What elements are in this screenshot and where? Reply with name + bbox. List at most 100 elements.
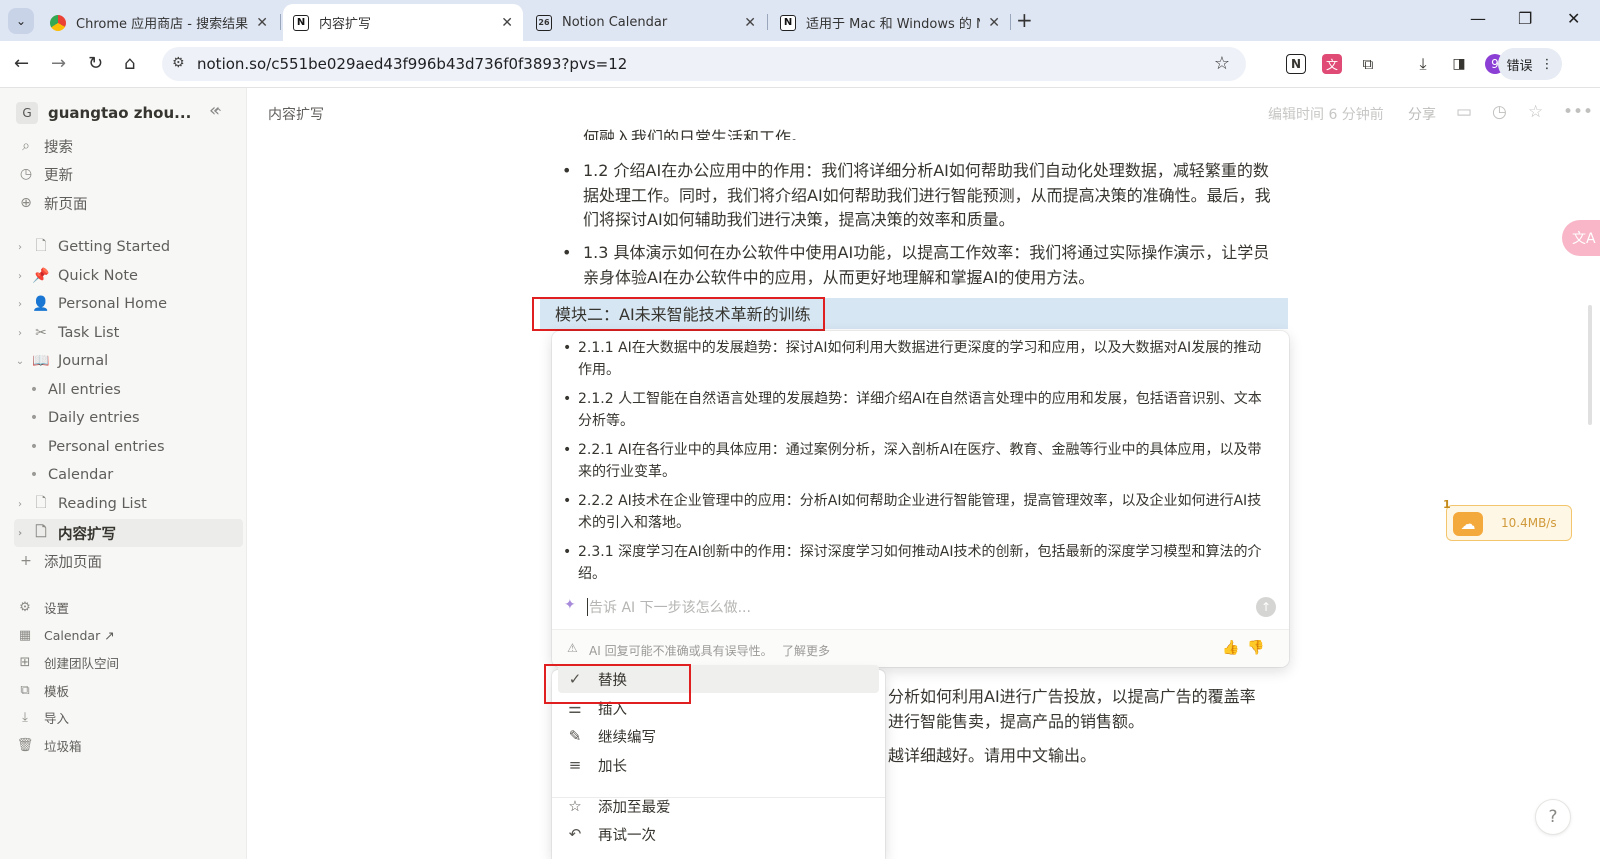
sidebar-item-quick-note[interactable]: › 📌 Quick Note xyxy=(14,262,243,290)
sidebar-item-label: Personal Home xyxy=(58,296,168,312)
ai-prompt-input[interactable]: ✦ 告诉 AI 下一步该怎么做... ↑ xyxy=(564,597,1276,617)
sidebar-teamspace-label: 创建团队空间 xyxy=(44,655,120,671)
clock-icon: ◷ xyxy=(19,166,33,182)
sidebar-templates-label: 模板 xyxy=(44,683,70,699)
address-bar[interactable]: ⚙ notion.so/c551be029aed43f996b43d736f0f… xyxy=(162,47,1246,81)
more-horizontal-icon[interactable]: ••• xyxy=(1563,102,1593,122)
sidebar-calendar-link[interactable]: ▦ Calendar ↗ xyxy=(16,622,115,648)
sidebar-trash[interactable]: 🗑 垃圾箱 xyxy=(16,732,82,758)
chevron-right-icon[interactable]: › xyxy=(14,242,26,253)
restore-icon[interactable]: ❐ xyxy=(1518,9,1532,28)
tab-chrome-web-store[interactable]: Chrome 应用商店 - 搜索结果 ✕ xyxy=(40,4,278,41)
close-icon[interactable]: ✕ xyxy=(744,15,756,31)
close-icon[interactable]: ✕ xyxy=(988,15,1000,31)
network-speed: 10.4MB/s xyxy=(1501,516,1557,530)
side-panel-icon[interactable]: ◨ xyxy=(1449,54,1469,74)
send-arrow-icon[interactable]: ↑ xyxy=(1256,597,1276,617)
menu-item-make-longer[interactable]: ≡ 加长 xyxy=(558,751,879,779)
ai-list-item: 2.1.1 AI在大数据中的发展趋势：探讨AI如何利用大数据进行更深度的学习和应… xyxy=(563,338,1264,381)
sidebar-updates[interactable]: ◷ 更新 xyxy=(16,160,73,188)
person-icon: 👤 xyxy=(32,296,50,312)
window-close-icon[interactable]: ✕ xyxy=(1567,9,1580,28)
extensions-puzzle-icon[interactable]: ⧉ xyxy=(1358,54,1378,74)
more-vert-icon: ⋮ xyxy=(1540,56,1554,72)
bullet-dot: • xyxy=(29,467,39,483)
menu-item-label: 加长 xyxy=(598,758,627,775)
share-button[interactable]: 分享 xyxy=(1408,104,1436,124)
home-icon[interactable]: ⌂ xyxy=(124,53,135,74)
bullet-dot: • xyxy=(29,439,39,455)
close-icon[interactable]: ✕ xyxy=(501,15,513,31)
forward-arrow-icon[interactable]: → xyxy=(51,53,66,74)
sidebar-item-calendar[interactable]: • Calendar xyxy=(28,461,243,489)
sidebar-new-page[interactable]: ⊕ 新页面 xyxy=(16,189,87,217)
list-item-text: 1.3 具体演示如何在办公软件中使用AI功能，以提高工作效率：我们将通过实际操作… xyxy=(583,243,1270,287)
chrome-web-store-icon xyxy=(50,14,66,31)
sidebar-import[interactable]: ⤓ 导入 xyxy=(16,704,69,730)
sidebar-templates[interactable]: ⧉ 模板 xyxy=(16,677,69,703)
sidebar-item-personal-home[interactable]: › 👤 Personal Home xyxy=(14,290,243,318)
sidebar-item-getting-started[interactable]: › 🗋 Getting Started xyxy=(14,233,243,261)
sidebar-item-daily-entries[interactable]: • Daily entries xyxy=(28,404,243,432)
sidebar-item-all-entries[interactable]: • All entries xyxy=(28,376,243,404)
gear-icon: ⚙ xyxy=(19,599,31,615)
workspace-avatar: G xyxy=(16,102,38,124)
tab-search-chevron-icon[interactable]: ⌄ xyxy=(8,8,34,34)
plus-circle-icon: ⊕ xyxy=(20,195,32,211)
bookmark-star-icon[interactable]: ☆ xyxy=(1214,53,1230,74)
menu-item-try-again[interactable]: ↶ 再试一次 xyxy=(558,820,879,848)
tab-notion-calendar[interactable]: 26 Notion Calendar ✕ xyxy=(526,4,766,41)
notion-extension-icon[interactable]: N xyxy=(1286,54,1306,74)
download-icon[interactable]: ⤓ xyxy=(1413,54,1433,74)
site-settings-icon[interactable]: ⚙ xyxy=(172,55,185,71)
chevron-right-icon[interactable]: › xyxy=(14,499,26,510)
translate-extension-icon[interactable]: 文 xyxy=(1322,54,1342,74)
ai-footer: ⚠ AI 回复可能不准确或具有误导性。 了解更多 👍 👎 xyxy=(552,629,1289,667)
ai-disclaimer: AI 回复可能不准确或具有误导性。 xyxy=(589,644,773,658)
background-text-line: 分析如何利用AI进行广告投放，以提高广告的覆盖率 xyxy=(888,687,1256,706)
reload-icon[interactable]: ↻ xyxy=(88,53,103,74)
history-clock-icon[interactable]: ◷ xyxy=(1492,102,1507,122)
sidebar-item-journal[interactable]: ⌄ 📖 Journal xyxy=(14,347,243,375)
sidebar-item-task-list[interactable]: › ✂ Task List xyxy=(14,319,243,347)
comment-icon[interactable]: ▭ xyxy=(1456,102,1472,122)
minimize-icon[interactable]: — xyxy=(1470,9,1486,28)
tab-notion-download[interactable]: N 适用于 Mac 和 Windows 的 N ✕ xyxy=(770,4,1010,41)
breadcrumb[interactable]: 内容扩写 xyxy=(268,104,324,124)
collapse-sidebar-icon[interactable]: « xyxy=(209,100,220,121)
sidebar-item-label: Personal entries xyxy=(48,439,165,455)
undo-icon: ↶ xyxy=(568,825,582,843)
chevron-down-icon[interactable]: ⌄ xyxy=(14,356,26,367)
chevron-right-icon[interactable]: › xyxy=(14,299,26,310)
sidebar-add-page[interactable]: + 添加页面 xyxy=(16,547,102,575)
sidebar-updates-label: 更新 xyxy=(44,167,73,184)
workspace-switcher[interactable]: G guangtao zhou... ⌃ xyxy=(16,102,223,124)
chevron-right-icon[interactable]: › xyxy=(14,528,26,539)
sidebar-create-teamspace[interactable]: ⊞ 创建团队空间 xyxy=(16,649,119,675)
sidebar-item-personal-entries[interactable]: • Personal entries xyxy=(28,433,243,461)
error-button[interactable]: 错误 ⋮ xyxy=(1498,48,1562,80)
tab-notion-page[interactable]: N 内容扩写 ✕ xyxy=(283,4,523,41)
network-speed-widget[interactable]: 1 ☁ 10.4MB/s xyxy=(1443,498,1572,541)
menu-item-add-favorite[interactable]: ☆ 添加至最爱 xyxy=(558,792,879,820)
learn-more-link[interactable]: 了解更多 xyxy=(782,642,830,659)
bullet-dot: • xyxy=(29,410,39,426)
close-icon[interactable]: ✕ xyxy=(256,15,268,31)
url-text[interactable]: notion.so/c551be029aed43f996b43d736f0f38… xyxy=(197,55,627,73)
chevron-right-icon[interactable]: › xyxy=(14,328,26,339)
help-button[interactable]: ? xyxy=(1535,799,1571,835)
translate-floating-button[interactable]: 文A xyxy=(1562,220,1600,256)
sparkle-icon: ✦ xyxy=(564,597,576,613)
sidebar-item-content-expand[interactable]: › 🗋 内容扩写 xyxy=(14,519,243,547)
chevron-right-icon[interactable]: › xyxy=(14,271,26,282)
thumbs-up-icon[interactable]: 👍 xyxy=(1222,640,1239,656)
back-arrow-icon[interactable]: ← xyxy=(14,53,29,74)
scrollbar[interactable] xyxy=(1588,305,1592,425)
sidebar-item-reading-list[interactable]: › 🗋 Reading List xyxy=(14,490,243,518)
sidebar-search[interactable]: ⌕ 搜索 xyxy=(16,132,73,160)
thumbs-down-icon[interactable]: 👎 xyxy=(1247,640,1264,656)
favorite-star-icon[interactable]: ☆ xyxy=(1528,102,1543,122)
menu-item-continue-writing[interactable]: ✎ 继续编写 xyxy=(558,722,879,750)
sidebar-settings[interactable]: ⚙ 设置 xyxy=(16,594,69,620)
new-tab-plus-icon[interactable]: + xyxy=(1016,8,1033,32)
